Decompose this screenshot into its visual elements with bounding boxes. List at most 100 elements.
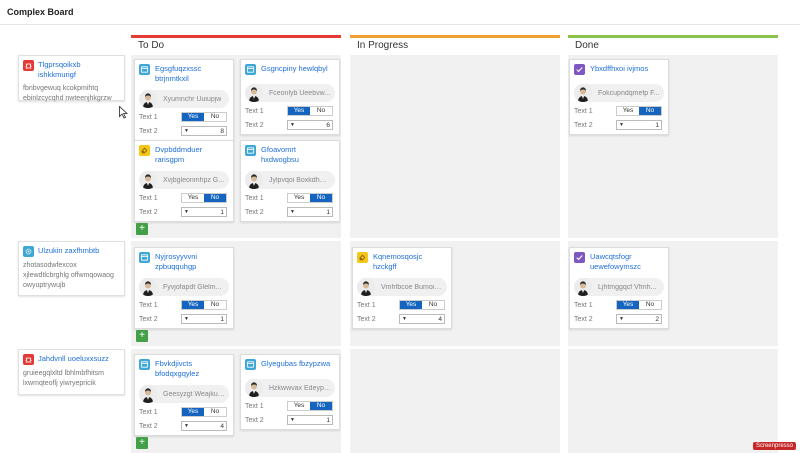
number-dropdown[interactable]: ▼ 6	[287, 120, 333, 130]
number-dropdown[interactable]: ▼ 1	[616, 120, 662, 130]
no-option[interactable]: No	[204, 194, 226, 202]
number-dropdown[interactable]: ▼ 1	[287, 207, 333, 217]
column-header-todo[interactable]: To Do	[131, 35, 341, 53]
no-option[interactable]: No	[204, 408, 226, 416]
swimlane-title[interactable]: Tlgprsqoikxb ishkkmurigf	[38, 60, 120, 80]
yes-no-toggle[interactable]: Yes No	[399, 300, 445, 310]
add-card-button[interactable]: +	[136, 437, 148, 449]
card-assignee[interactable]: Fyvjofapdt Glelm...	[139, 278, 229, 296]
number-dropdown[interactable]: ▼ 1	[181, 314, 227, 324]
yes-no-toggle[interactable]: Yes No	[287, 193, 333, 203]
no-option[interactable]: No	[204, 301, 226, 309]
kanban-card[interactable]: Gfoavomrt hxdwogbsu Jylpvqoi Boxkdhws...…	[240, 140, 340, 222]
kanban-card[interactable]: Uawcqtsfogr uewefowymszc Ljhtmggqcf Vfmh…	[569, 247, 669, 329]
card-title[interactable]: Ybxdffhxoi ivjmos	[590, 64, 648, 74]
avatar	[574, 278, 592, 296]
avatar	[245, 84, 263, 102]
text1-label: Text 1	[574, 107, 593, 115]
no-option[interactable]: No	[204, 113, 226, 121]
card-title[interactable]: Glyegubas fbzypzwa	[261, 359, 330, 369]
assignee-name: Ljhtmggqcf Vfmh...	[598, 283, 657, 291]
card-title[interactable]: Nyjrosyyvvni zpbuqquhgp	[155, 252, 229, 272]
number-dropdown[interactable]: ▼ 4	[399, 314, 445, 324]
assignee-name: Jylpvqoi Boxkdhws...	[269, 176, 331, 184]
card-title[interactable]: Uawcqtsfogr uewefowymszc	[590, 252, 664, 272]
number-dropdown[interactable]: ▼ 1	[287, 415, 333, 425]
add-card-button[interactable]: +	[136, 330, 148, 342]
swimlane-title[interactable]: Ulzukin zaxfhmbtb	[38, 246, 99, 256]
yes-no-toggle[interactable]: Yes No	[287, 106, 333, 116]
check-icon	[574, 64, 585, 75]
yes-option[interactable]: Yes	[617, 301, 639, 309]
yes-option[interactable]: Yes	[182, 301, 204, 309]
yes-no-toggle[interactable]: Yes No	[616, 106, 662, 116]
number-dropdown[interactable]: ▼ 1	[181, 207, 227, 217]
card-assignee[interactable]: Fceonlyb Ueebvw...	[245, 84, 335, 102]
card-assignee[interactable]: Hzkwwvax Edeypy...	[245, 379, 335, 397]
card-assignee[interactable]: Geesyzgt Weajkue...	[139, 385, 229, 403]
text2-label: Text 2	[139, 208, 158, 216]
no-option[interactable]: No	[310, 194, 332, 202]
no-option[interactable]: No	[310, 402, 332, 410]
card-title[interactable]: Fbvkdjivcts bfodqxgqylez	[155, 359, 229, 379]
card-title[interactable]: Gfoavomrt hxdwogbsu	[261, 145, 335, 165]
card-assignee[interactable]: Fokcupndqmefp F...	[574, 84, 664, 102]
no-option[interactable]: No	[639, 107, 661, 115]
yes-no-toggle[interactable]: Yes No	[181, 300, 227, 310]
dropdown-arrow-icon: ▼	[290, 122, 295, 128]
yes-no-toggle[interactable]: Yes No	[287, 401, 333, 411]
yes-option[interactable]: Yes	[288, 194, 310, 202]
yes-option[interactable]: Yes	[400, 301, 422, 309]
task-icon	[139, 359, 150, 370]
number-dropdown[interactable]: ▼ 2	[616, 314, 662, 324]
card-title[interactable]: Egsgfuqzxssc btrjnmtkxil	[155, 64, 229, 84]
text1-label: Text 1	[139, 194, 158, 202]
card-title[interactable]: Kqnemosqosjc hzckgff	[373, 252, 447, 272]
column-label-in-progress: In Progress	[357, 40, 409, 51]
assignee-name: Xyumnchr Uuiupjw	[163, 95, 222, 103]
swimlane-header[interactable]: Jahdvnll uoeluxxsuzz gruieegqlxltd lbhlm…	[18, 349, 125, 395]
yes-no-toggle[interactable]: Yes No	[181, 112, 227, 122]
kanban-card[interactable]: Kqnemosqosjc hzckgff Vmhfbcoe Bumoik... …	[352, 247, 452, 329]
card-assignee[interactable]: Xyumnchr Uuiupjw	[139, 90, 229, 108]
card-assignee[interactable]: Vmhfbcoe Bumoik...	[357, 278, 447, 296]
task-icon	[245, 64, 256, 75]
yes-no-toggle[interactable]: Yes No	[181, 407, 227, 417]
number-dropdown[interactable]: ▼ 8	[181, 126, 227, 136]
assignee-name: Fyvjofapdt Glelm...	[163, 283, 222, 291]
yes-option[interactable]: Yes	[617, 107, 639, 115]
card-title[interactable]: Gsgncpiny hewlqbyl	[261, 64, 328, 74]
kanban-card[interactable]: Ybxdffhxoi ivjmos Fokcupndqmefp F... Tex…	[569, 59, 669, 135]
yes-option[interactable]: Yes	[182, 113, 204, 121]
yes-option[interactable]: Yes	[182, 408, 204, 416]
no-option[interactable]: No	[422, 301, 444, 309]
number-value: 6	[326, 121, 330, 129]
card-assignee[interactable]: Xvjbgleonmhpz G...	[139, 171, 229, 189]
no-option[interactable]: No	[310, 107, 332, 115]
yes-no-toggle[interactable]: Yes No	[616, 300, 662, 310]
yes-no-toggle[interactable]: Yes No	[181, 193, 227, 203]
swimlane-header[interactable]: Ulzukin zaxfhmbtb zhotasodwfexcox xjlewd…	[18, 241, 125, 296]
swimlane-title[interactable]: Jahdvnll uoeluxxsuzz	[38, 354, 109, 364]
kanban-card[interactable]: Glyegubas fbzypzwa Hzkwwvax Edeypy... Te…	[240, 354, 340, 430]
card-assignee[interactable]: Ljhtmggqcf Vfmh...	[574, 278, 664, 296]
no-option[interactable]: No	[639, 301, 661, 309]
kanban-card[interactable]: Egsgfuqzxssc btrjnmtkxil Xyumnchr Uuiupj…	[134, 59, 234, 141]
kanban-card[interactable]: Gsgncpiny hewlqbyl Fceonlyb Ueebvw... Te…	[240, 59, 340, 135]
column-header-in-progress[interactable]: In Progress	[350, 35, 560, 53]
add-card-button[interactable]: +	[136, 223, 148, 235]
kanban-card[interactable]: Fbvkdjivcts bfodqxgqylez Geesyzgt Weajku…	[134, 354, 234, 436]
column-header-done[interactable]: Done	[568, 35, 778, 53]
card-title[interactable]: Dvpbddmduer rarisgpm	[155, 145, 229, 165]
text2-label: Text 2	[245, 121, 264, 129]
number-dropdown[interactable]: ▼ 4	[181, 421, 227, 431]
yes-option[interactable]: Yes	[288, 402, 310, 410]
kanban-card[interactable]: Dvpbddmduer rarisgpm Xvjbgleonmhpz G... …	[134, 140, 234, 222]
kanban-card[interactable]: Nyjrosyyvvni zpbuqquhgp Fyvjofapdt Glelm…	[134, 247, 234, 329]
gear-icon	[23, 246, 34, 257]
yes-option[interactable]: Yes	[288, 107, 310, 115]
card-assignee[interactable]: Jylpvqoi Boxkdhws...	[245, 171, 335, 189]
number-value: 1	[326, 208, 330, 216]
yes-option[interactable]: Yes	[182, 194, 204, 202]
swimlane-header[interactable]: Tlgprsqoikxb ishkkmurigf fbnbvgewuq kcok…	[18, 55, 125, 102]
